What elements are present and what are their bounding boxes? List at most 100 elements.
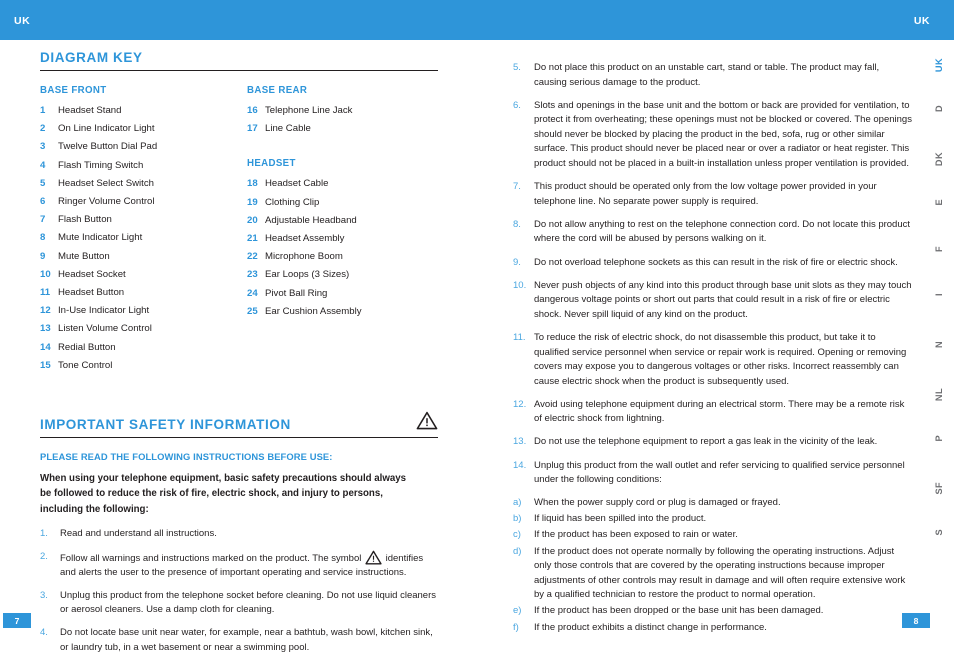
- safety-list-item-number: 9.: [513, 256, 521, 268]
- diagram-key-item-number: 21: [247, 233, 258, 245]
- diagram-key-item-label: Mute Indicator Light: [58, 232, 143, 244]
- diagram-key-item: 12 In-Use Indicator Light: [40, 302, 247, 320]
- language-tab-e[interactable]: E: [934, 199, 944, 206]
- diagram-key-item: 3 Twelve Button Dial Pad: [40, 138, 247, 156]
- diagram-key-column-left: BASE FRONT 1 Headset Stand 2 On Line Indica…: [40, 85, 247, 375]
- diagram-key-heading: DIAGRAM KEY: [40, 50, 438, 71]
- safety-sub-list: a) When the power supply cord or plug is …: [513, 496, 913, 635]
- safety-sub-list-item-marker: c): [513, 529, 521, 541]
- diagram-key-item-label: Line Cable: [265, 123, 311, 135]
- safety-sub-list-item: f) If the product exhibits a distinct cha…: [513, 621, 913, 636]
- safety-list-item: 7. This product should be operated only f…: [513, 180, 913, 209]
- safety-sub-list-item-text: If the product does not operate normally…: [534, 545, 906, 601]
- diagram-key-item-number: 7: [40, 214, 46, 226]
- diagram-key-item-label: Adjustable Headband: [265, 214, 357, 226]
- language-tab-uk[interactable]: UK: [934, 58, 944, 72]
- diagram-key-item: 1 Headset Stand: [40, 102, 247, 120]
- safety-list-item: 6. Slots and openings in the base unit an…: [513, 99, 913, 172]
- language-tab-d[interactable]: D: [934, 105, 944, 112]
- safety-sub-list-item-marker: e): [513, 605, 522, 617]
- safety-list-item: 10. Never push objects of any kind into t…: [513, 279, 913, 323]
- safety-list-item-text: Do not locate base unit near water, for …: [60, 626, 433, 653]
- diagram-key-item-label: Headset Cable: [265, 178, 329, 190]
- diagram-key-item-number: 8: [40, 232, 46, 244]
- diagram-key-item: 25 Ear Cushion Assembly: [247, 303, 437, 321]
- diagram-key-item-label: In-Use Indicator Light: [58, 305, 150, 317]
- safety-sub-list-item: a) When the power supply cord or plug is …: [513, 496, 913, 511]
- language-tab-f[interactable]: F: [934, 246, 944, 252]
- language-tab-n[interactable]: N: [934, 341, 944, 348]
- safety-list-item-text: Do not place this product on an unstable…: [534, 62, 880, 88]
- safety-list-item-number: 8.: [513, 218, 521, 230]
- key-group-title: BASE REAR: [247, 85, 308, 96]
- language-tab-i[interactable]: I: [934, 293, 944, 296]
- safety-list-item-number: 11.: [513, 331, 526, 343]
- safety-list-item-text: Follow all warnings and instructions mar…: [60, 550, 438, 581]
- diagram-key-item-label: Headset Assembly: [265, 233, 345, 245]
- safety-list-item-text: Do not allow anything to rest on the tel…: [534, 218, 911, 245]
- diagram-key-item-label: Mute Button: [58, 250, 110, 262]
- diagram-key-item-label: Redial Button: [58, 341, 116, 353]
- key-group-base-front: BASE FRONT 1 Headset Stand 2 On Line Indica…: [40, 85, 247, 375]
- safety-section: IMPORTANT SAFETY INFORMATION PLEASE READ…: [40, 411, 438, 655]
- language-tab-sf[interactable]: SF: [934, 482, 944, 495]
- safety-list-item-text: Do not use the telephone equipment to re…: [534, 436, 878, 448]
- diagram-key-item-number: 11: [40, 287, 51, 299]
- diagram-key-item: 6 Ringer Volume Control: [40, 193, 247, 211]
- diagram-key-item-number: 5: [40, 177, 46, 189]
- safety-subheading: PLEASE READ THE FOLLOWING INSTRUCTIONS B…: [40, 451, 333, 463]
- safety-sub-list-item-text: If the product has been exposed to rain …: [534, 529, 738, 541]
- language-tab-rail: UK D DK E F I N NL P SF S: [916, 40, 954, 596]
- safety-list-item-number: 4.: [40, 626, 48, 638]
- language-tab-p[interactable]: P: [934, 435, 944, 442]
- safety-list-item-number: 13.: [513, 436, 527, 448]
- safety-list-item: 1. Read and understand all instructions.: [40, 527, 438, 542]
- diagram-key-item-label: Ringer Volume Control: [58, 196, 155, 208]
- safety-list-right: 5. Do not place this product on an unstab…: [513, 61, 913, 488]
- diagram-key-item: 2 On Line Indicator Light: [40, 120, 247, 138]
- key-group-title: HEADSET: [247, 158, 296, 170]
- safety-list-item-text: Never push objects of any kind into this…: [534, 279, 912, 320]
- diagram-key-item: 10 Headset Socket: [40, 266, 247, 284]
- language-tab-s[interactable]: S: [934, 529, 944, 536]
- language-tab-nl[interactable]: NL: [934, 388, 944, 401]
- safety-sub-list-item-text: If the product has been dropped or the b…: [534, 605, 824, 617]
- warning-triangle-icon: [416, 411, 438, 430]
- diagram-key-item-number: 24: [247, 287, 258, 299]
- safety-list-item: 14. Unplug this product from the wall out…: [513, 459, 913, 488]
- language-tab-dk[interactable]: DK: [934, 152, 944, 166]
- safety-list-item-text: Avoid using telephone equipment during a…: [534, 398, 905, 425]
- safety-list-item: 11. To reduce the risk of electric shock,…: [513, 331, 913, 389]
- diagram-key-item-number: 18: [247, 178, 258, 190]
- diagram-key-item-label: On Line Indicator Light: [58, 123, 155, 135]
- safety-list-item: 4. Do not locate base unit near water, fo…: [40, 626, 438, 655]
- safety-list-item: 8. Do not allow anything to rest on the t…: [513, 218, 913, 247]
- safety-sub-list-item: c) If the product has been exposed to rai…: [513, 528, 913, 543]
- diagram-key-item-number: 20: [247, 214, 258, 226]
- diagram-key-item-number: 6: [40, 196, 46, 208]
- safety-list-item: 3. Unplug this product from the telephone…: [40, 589, 438, 618]
- page-header-bar: UK UK: [0, 0, 954, 40]
- safety-sub-list-item-marker: d): [513, 545, 522, 557]
- safety-list-item-number: 7.: [513, 181, 521, 193]
- safety-list-item-text: Read and understand all instructions.: [60, 527, 217, 539]
- diagram-key-item-number: 14: [40, 341, 51, 353]
- diagram-key-item: 22 Microphone Boom: [247, 248, 437, 266]
- diagram-key-item-number: 19: [247, 196, 258, 208]
- header-language-label-right: UK: [913, 15, 930, 27]
- diagram-key-item: 11 Headset Button: [40, 284, 247, 302]
- diagram-key-item: 24 Pivot Ball Ring: [247, 285, 437, 303]
- diagram-key-item-number: 10: [40, 268, 51, 280]
- safety-sub-list-item: b) If liquid has been spilled into the pr…: [513, 512, 913, 527]
- safety-list-item-number: 6.: [513, 99, 521, 111]
- diagram-key-item: 9 Mute Button: [40, 248, 247, 266]
- diagram-key-item-label: Clothing Clip: [265, 196, 320, 208]
- document-page-spread: DIAGRAM KEY BASE FRONT 1 Headset Stand 2 On…: [0, 40, 954, 653]
- diagram-key-item-number: 12: [40, 305, 51, 317]
- diagram-key-item-label: Listen Volume Control: [58, 323, 152, 335]
- safety-sub-list-item-marker: a): [513, 497, 522, 509]
- diagram-key-item: 8 Mute Indicator Light: [40, 229, 247, 247]
- safety-list-item-number: 3.: [40, 589, 48, 601]
- key-group-base-rear: BASE REAR 16 Telephone Line Jack 17 Line Ca…: [247, 85, 437, 138]
- left-page-column: DIAGRAM KEY BASE FRONT 1 Headset Stand 2 On…: [40, 50, 438, 663]
